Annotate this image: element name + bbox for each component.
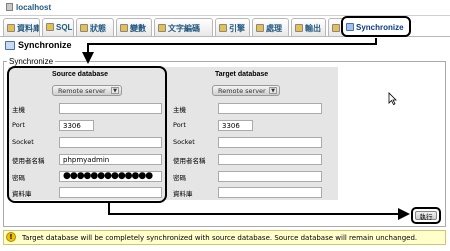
warning-icon: ! [6, 232, 16, 242]
mouse-cursor-icon [388, 92, 397, 105]
notice-text: Target database will be completely synch… [22, 234, 418, 242]
sync-notice: Target database will be completely synch… [3, 230, 446, 245]
annotation-arrows [82, 38, 410, 220]
arrow-tab-to-form [82, 38, 377, 64]
arrow-form-to-execute [108, 203, 410, 220]
